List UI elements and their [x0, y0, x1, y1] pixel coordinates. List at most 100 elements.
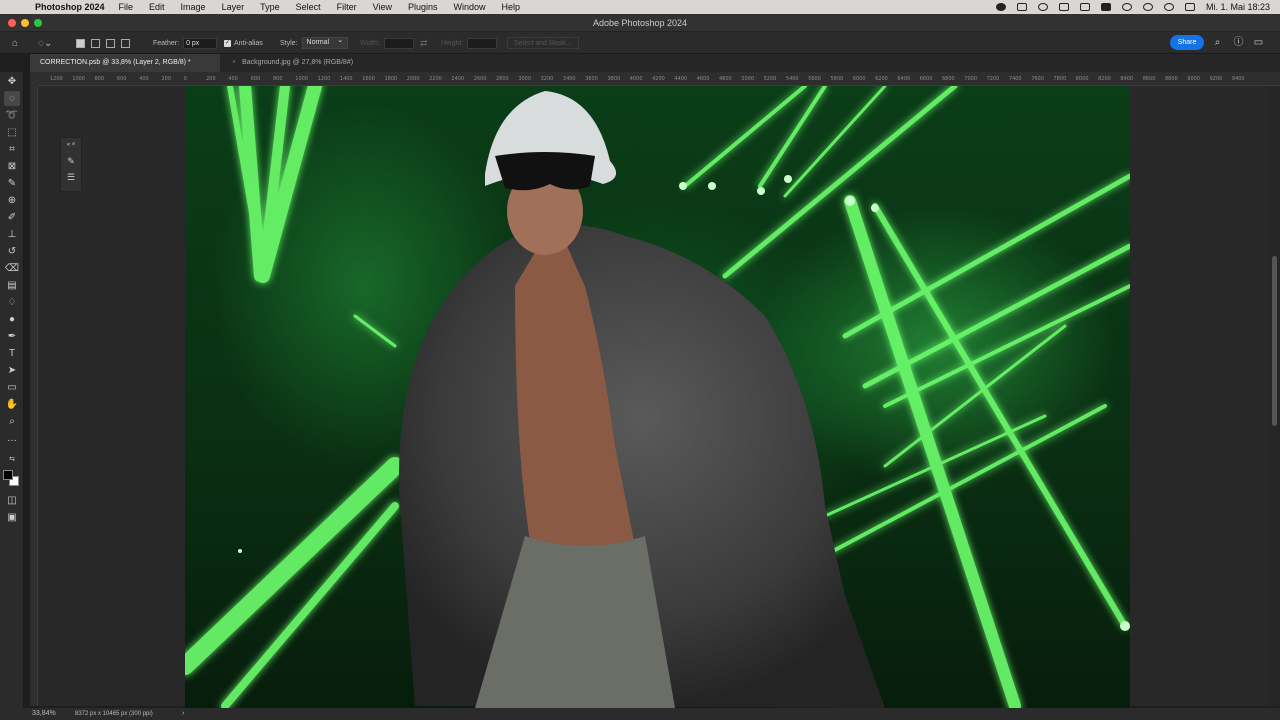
clone-stamp-tool-icon[interactable]: ⊥	[4, 227, 20, 242]
ruler-tick-label: 6000	[852, 76, 866, 82]
home-icon[interactable]: ⌂	[12, 32, 18, 54]
adjustments-icon[interactable]: ☰	[64, 171, 78, 183]
type-tool-icon[interactable]: T	[4, 346, 20, 361]
menu-file[interactable]: File	[119, 2, 134, 12]
menu-type[interactable]: Type	[260, 2, 280, 12]
help-icon[interactable]: ⓘ	[1233, 37, 1244, 48]
workspace-icon[interactable]: ▭	[1253, 37, 1264, 48]
keyboard-icon[interactable]	[1058, 3, 1069, 11]
zoom-tool-icon[interactable]: ⌕	[4, 414, 20, 429]
brush-settings-icon[interactable]: ✎	[64, 155, 78, 167]
menu-window[interactable]: Window	[454, 2, 486, 12]
menu-view[interactable]: View	[373, 2, 392, 12]
vertical-scrollbar-thumb[interactable]	[1272, 256, 1277, 426]
menu-select[interactable]: Select	[296, 2, 321, 12]
rectangle-tool-icon[interactable]: ▭	[4, 380, 20, 395]
elliptical-marquee-tool-icon[interactable]: ◌	[4, 91, 20, 106]
menu-layer[interactable]: Layer	[222, 2, 245, 12]
tab-background[interactable]: × Background.jpg @ 27,8% (RGB/8#)	[222, 54, 363, 72]
crop-tool-icon[interactable]: ⌗	[4, 142, 20, 157]
close-tab-icon[interactable]: ×	[232, 59, 236, 66]
ruler-tick-label: 3200	[540, 76, 554, 82]
swap-icon[interactable]: ⇄	[420, 32, 428, 54]
object-selection-tool-icon[interactable]: ⬚	[4, 125, 20, 140]
lasso-tool-icon[interactable]: ➰	[4, 108, 20, 123]
window-title: Adobe Photoshop 2024	[592, 18, 688, 28]
quick-mask-icon[interactable]: ◫	[4, 493, 20, 508]
height-input[interactable]	[467, 37, 498, 49]
ruler-tick-label: 1800	[384, 76, 398, 82]
ruler-tick-label: 200	[206, 76, 216, 82]
ruler-tick-label: 5600	[808, 76, 821, 82]
vertical-scrollbar[interactable]	[1269, 86, 1280, 706]
move-tool-icon[interactable]: ✥	[4, 74, 20, 89]
menu-edit[interactable]: Edit	[149, 2, 165, 12]
horizontal-ruler[interactable]: 1200 1000 800 600 400 200 0 200 400 600 800 1000 120…	[38, 72, 1280, 86]
status-menu-icon[interactable]: ›	[182, 710, 184, 717]
screen-icon[interactable]	[1016, 3, 1027, 11]
blur-tool-icon[interactable]: ♢	[4, 295, 20, 310]
more-tools-icon[interactable]: ···	[4, 433, 20, 448]
add-selection-icon[interactable]	[91, 38, 100, 48]
marquee-preset-icon[interactable]: ◌⌄	[38, 32, 52, 54]
document-canvas[interactable]	[185, 86, 1130, 708]
ruler-tick-label: 6600	[919, 76, 933, 82]
eyedropper-tool-icon[interactable]: ✎	[4, 176, 20, 191]
brush-tool-icon[interactable]: ✐	[4, 210, 20, 225]
height-label: Height:	[441, 39, 464, 47]
zoom-level[interactable]: 33,84%	[32, 710, 56, 717]
history-brush-tool-icon[interactable]: ↺	[4, 244, 20, 259]
control-center-icon[interactable]	[1184, 3, 1195, 11]
intersect-selection-icon[interactable]	[121, 38, 130, 48]
antialias-checkbox[interactable]: ✓	[224, 39, 231, 47]
ruler-tick-label: 2400	[451, 76, 465, 82]
search-icon[interactable]	[1163, 3, 1174, 11]
wifi-icon[interactable]	[1142, 3, 1153, 11]
path-selection-tool-icon[interactable]: ➤	[4, 363, 20, 378]
style-select[interactable]: Normal	[301, 36, 349, 49]
screen-mode-icon[interactable]: ▣	[4, 510, 20, 525]
display-icon[interactable]	[1079, 3, 1090, 11]
app-menu[interactable]: Photoshop 2024	[35, 2, 105, 12]
menu-image[interactable]: Image	[181, 2, 206, 12]
new-selection-icon[interactable]	[76, 38, 85, 48]
select-and-mask-button[interactable]: Select and Mask...	[507, 37, 579, 49]
options-bar: ⌂ ◌⌄ Feather: 0 px ✓ Anti-alias Style: N…	[0, 32, 1280, 54]
tools-panel: ✥ ◌ ➰ ⬚ ⌗ ⊠ ✎ ⊕ ✐ ⊥ ↺ ⌫ ▤ ♢ ● ✒ T ➤ ▭ ✋ …	[0, 72, 24, 708]
panel-collapse-icon[interactable]: « ×	[64, 139, 78, 151]
subtract-selection-icon[interactable]	[106, 38, 115, 48]
share-button[interactable]: Share	[1170, 35, 1204, 50]
ruler-tick-label: 3600	[585, 76, 598, 82]
frame-tool-icon[interactable]: ⊠	[4, 159, 20, 174]
ruler-tick-label: 600	[250, 76, 261, 82]
record-icon[interactable]	[995, 3, 1006, 11]
ruler-tick-label: 200	[161, 76, 172, 82]
menu-plugins[interactable]: Plugins	[408, 2, 438, 12]
eraser-tool-icon[interactable]: ⌫	[4, 261, 20, 276]
healing-brush-tool-icon[interactable]: ⊕	[4, 193, 20, 208]
ruler-tick-label: 2200	[429, 76, 442, 82]
default-colors-icon[interactable]: ⇆	[4, 452, 20, 467]
pen-tool-icon[interactable]: ✒	[4, 329, 20, 344]
menu-filter[interactable]: Filter	[337, 2, 357, 12]
dodge-tool-icon[interactable]: ●	[4, 312, 20, 327]
ruler-tick-label: 1400	[339, 76, 353, 82]
hand-tool-icon[interactable]: ✋	[4, 397, 20, 412]
airdrop-icon[interactable]	[1037, 3, 1048, 11]
ruler-tick-label: 5400	[785, 76, 799, 82]
vertical-ruler[interactable]	[30, 86, 38, 706]
feather-input[interactable]: 0 px	[183, 37, 218, 49]
ruler-tick-label: 800	[273, 76, 283, 82]
clock[interactable]: Mi. 1. Mai 18:23	[1206, 2, 1270, 12]
battery-icon[interactable]	[1100, 3, 1111, 11]
foreground-color-swatch[interactable]	[3, 470, 13, 480]
ruler-tick-label: 600	[116, 76, 127, 82]
menu-help[interactable]: Help	[502, 2, 521, 12]
bluetooth-icon[interactable]	[1121, 3, 1132, 11]
ruler-tick-label: 8800	[1165, 76, 1178, 82]
width-input[interactable]	[383, 37, 414, 49]
tab-correction[interactable]: CORRECTION.psb @ 33,8% (Layer 2, RGB/8) …	[30, 54, 220, 72]
ruler-tick-label: 4400	[674, 76, 688, 82]
gradient-tool-icon[interactable]: ▤	[4, 278, 20, 293]
search-icon[interactable]: ⌕	[1212, 37, 1223, 48]
